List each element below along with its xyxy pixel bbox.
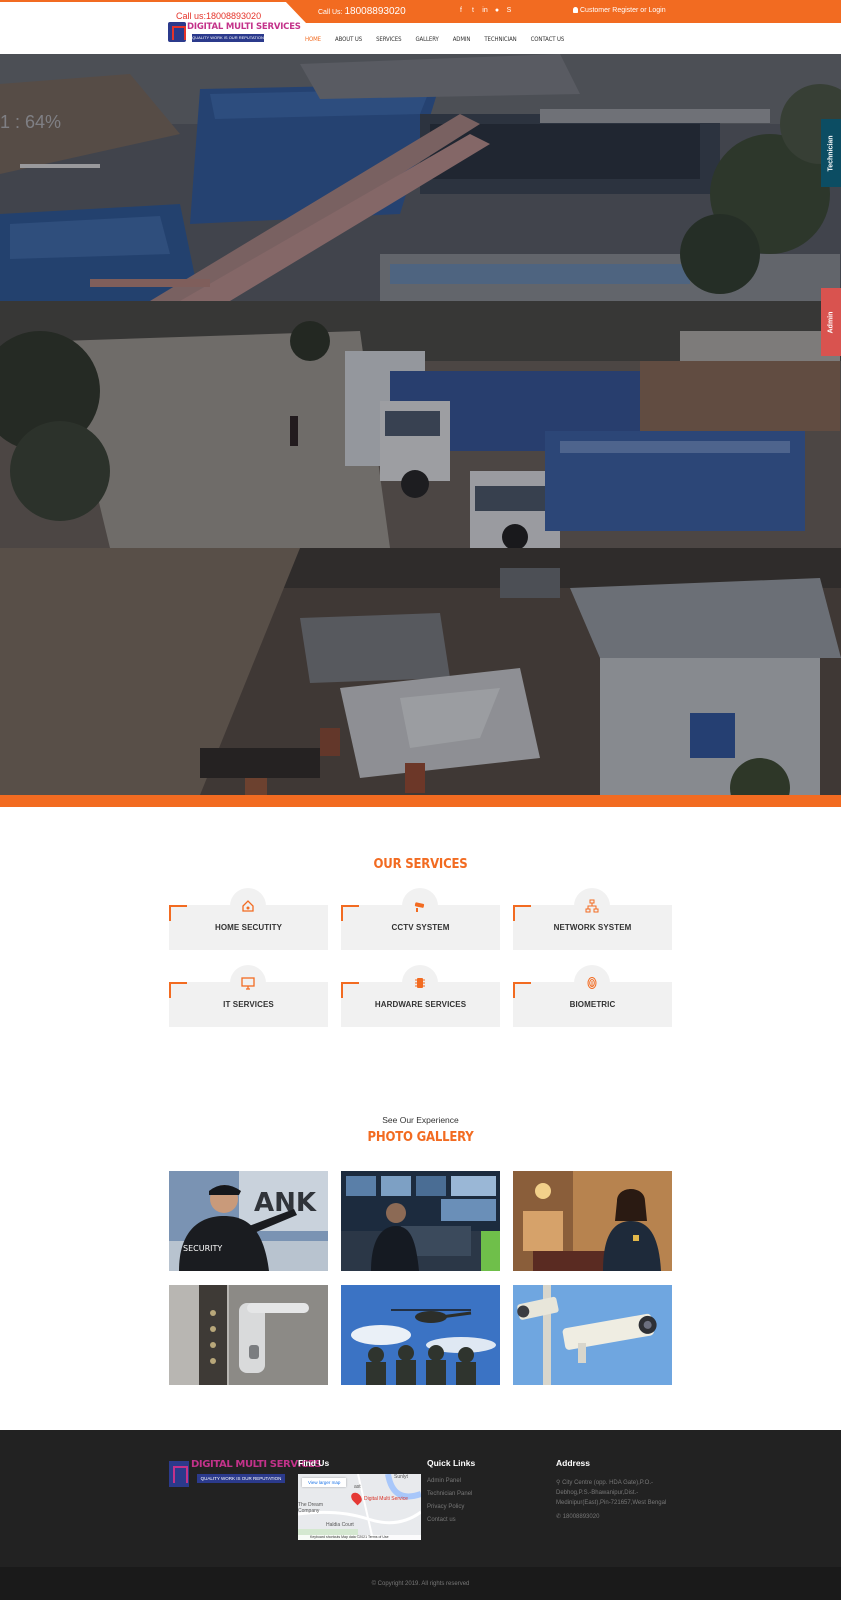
nav-contact[interactable]: CONTACT US bbox=[531, 36, 565, 43]
copyright-bar: © Copyright 2019. All rights reserved bbox=[0, 1567, 841, 1600]
map-place-label: Haldia Court bbox=[326, 1522, 354, 1528]
service-label: BIOMETRIC bbox=[569, 1000, 616, 1009]
footer-phone[interactable]: ✆ 18008893020 bbox=[556, 1513, 599, 1520]
footer-link-technician-panel[interactable]: Technician Panel bbox=[427, 1491, 472, 1497]
service-label: HOME SECUTITY bbox=[214, 923, 283, 932]
service-card-home-security[interactable]: HOME SECUTITY bbox=[169, 888, 328, 950]
cctv-camera-icon bbox=[402, 888, 438, 924]
nav-home[interactable]: HOME bbox=[305, 36, 321, 43]
google-map[interactable]: View larger map Sunlyt ast Digital Multi… bbox=[298, 1474, 421, 1540]
site-logo[interactable]: Call us:18008893020 DIGITAL MULTI SERVIC… bbox=[168, 10, 301, 44]
service-card-hardware[interactable]: HARDWARE SERVICES bbox=[341, 965, 500, 1027]
gallery-subtitle: See Our Experience bbox=[382, 1115, 459, 1125]
admin-side-tab[interactable]: Admin bbox=[821, 288, 841, 356]
svg-text:SECURITY: SECURITY bbox=[183, 1244, 222, 1253]
chip-icon bbox=[402, 965, 438, 1001]
address-heading: Address bbox=[556, 1458, 591, 1468]
social-links: f t in ● S bbox=[458, 6, 512, 16]
home-security-icon bbox=[230, 888, 266, 924]
hero-image-yard bbox=[0, 548, 841, 795]
phone-icon: ✆ bbox=[556, 1514, 563, 1520]
view-larger-map-button[interactable]: View larger map bbox=[302, 1478, 347, 1487]
footer-phone-text: 18008893020 bbox=[562, 1514, 600, 1520]
footer-logo-mark-icon bbox=[169, 1461, 189, 1487]
nav-about[interactable]: ABOUT US bbox=[335, 36, 362, 43]
technician-side-tab[interactable]: Technician bbox=[821, 119, 841, 187]
technician-tab-label: Technician bbox=[827, 134, 835, 172]
login-link[interactable]: Customer Register or Login bbox=[573, 7, 666, 14]
topbar-call-label: Call Us: bbox=[318, 9, 343, 16]
twitter-icon[interactable]: t bbox=[470, 6, 476, 16]
site-header: Call us:18008893020 DIGITAL MULTI SERVIC… bbox=[0, 0, 841, 54]
fingerprint-icon bbox=[574, 965, 610, 1001]
nav-admin[interactable]: ADMIN bbox=[453, 36, 471, 43]
hero-image-plant: 1 : 64% bbox=[0, 54, 841, 301]
map-place-label: Sunlyt bbox=[394, 1474, 408, 1480]
map-place-label: ast bbox=[354, 1484, 361, 1490]
service-card-biometric[interactable]: BIOMETRIC bbox=[513, 965, 672, 1027]
logo-tagline: QUALITY WORK IS OUR REPUTATION bbox=[192, 34, 264, 42]
gallery-image-soldiers-helicopter[interactable] bbox=[341, 1285, 500, 1385]
login-label: Customer Register or Login bbox=[580, 7, 666, 14]
header-accent-line bbox=[0, 0, 300, 2]
footer-link-privacy-policy[interactable]: Privacy Policy bbox=[427, 1504, 464, 1510]
service-card-network[interactable]: NETWORK SYSTEM bbox=[513, 888, 672, 950]
map-place-label: The Dream Company bbox=[298, 1502, 324, 1514]
top-bar: Call Us: 18008893020 f t in ● S Customer… bbox=[284, 0, 841, 23]
footer-link-admin-panel[interactable]: Admin Panel bbox=[427, 1478, 461, 1484]
hero-image-trucks bbox=[0, 301, 841, 548]
card-corner bbox=[169, 905, 187, 921]
gallery-image-control-room[interactable] bbox=[341, 1171, 500, 1271]
hero-bottom-band bbox=[0, 795, 841, 807]
nav-services[interactable]: SERVICES bbox=[376, 36, 401, 43]
admin-tab-label: Admin bbox=[827, 311, 835, 333]
site-footer: DIGITAL MULTI SERVICES QUALITY WORK IS O… bbox=[0, 1430, 841, 1567]
service-label: HARDWARE SERVICES bbox=[374, 1000, 467, 1009]
hero-slider[interactable]: 1 : 64% bbox=[0, 54, 841, 795]
topbar-phone[interactable]: 18008893020 bbox=[344, 6, 405, 17]
card-corner bbox=[513, 982, 531, 998]
services-title: OUR SERVICES bbox=[373, 857, 468, 872]
gallery-image-female-guard[interactable] bbox=[513, 1171, 672, 1271]
network-icon bbox=[574, 888, 610, 924]
monitor-icon bbox=[230, 965, 266, 1001]
facebook-icon[interactable]: f bbox=[458, 6, 464, 16]
service-label: CCTV SYSTEM bbox=[391, 923, 450, 932]
service-card-cctv[interactable]: CCTV SYSTEM bbox=[341, 888, 500, 950]
quick-links-heading: Quick Links bbox=[427, 1458, 476, 1468]
gallery-title: PHOTO GALLERY bbox=[367, 1130, 474, 1145]
footer-logo-tagline: QUALITY WORK IS OUR REPUTATION bbox=[197, 1474, 285, 1483]
gallery-image-security-guard[interactable]: ANK SECURITY bbox=[169, 1171, 328, 1271]
linkedin-icon[interactable]: in bbox=[482, 6, 488, 16]
footer-address: ⚲ City Centre (opp. HDA Gate),P.O.-Debho… bbox=[556, 1478, 676, 1508]
service-label: IT SERVICES bbox=[223, 1000, 274, 1009]
pinterest-icon[interactable]: ● bbox=[494, 6, 500, 16]
gallery-image-cctv-camera[interactable] bbox=[513, 1285, 672, 1385]
nav-gallery[interactable]: GALLERY bbox=[415, 36, 438, 43]
card-corner bbox=[513, 905, 531, 921]
nav-technician[interactable]: TECHNICIAN bbox=[484, 36, 516, 43]
hero-overlay-text: 1 : 64% bbox=[0, 112, 62, 132]
service-card-it[interactable]: IT SERVICES bbox=[169, 965, 328, 1027]
footer-address-text: City Centre (opp. HDA Gate),P.O.-Debhog,… bbox=[556, 1480, 667, 1506]
find-us-heading: Find Us bbox=[298, 1458, 330, 1468]
topbar-call: Call Us: 18008893020 bbox=[318, 6, 406, 17]
gallery-image-door-lock[interactable] bbox=[169, 1285, 328, 1385]
copyright-text: © Copyright 2019. All rights reserved bbox=[371, 1581, 470, 1587]
map-attribution: Keyboard shortcuts Map data ©2021 Terms … bbox=[298, 1535, 421, 1540]
map-place-main: Digital Multi Service bbox=[364, 1496, 408, 1502]
logo-name: DIGITAL MULTI SERVICES bbox=[187, 22, 301, 32]
card-corner bbox=[169, 982, 187, 998]
logo-call-text: Call us:18008893020 bbox=[176, 11, 262, 21]
card-corner bbox=[341, 982, 359, 998]
skype-icon[interactable]: S bbox=[506, 6, 512, 16]
user-icon bbox=[573, 7, 578, 13]
service-label: NETWORK SYSTEM bbox=[553, 923, 632, 932]
card-corner bbox=[341, 905, 359, 921]
main-nav: HOME ABOUT US SERVICES GALLERY ADMIN TEC… bbox=[305, 36, 578, 43]
footer-link-contact[interactable]: Contact us bbox=[427, 1517, 456, 1523]
logo-mark-icon bbox=[168, 22, 186, 42]
footer-logo[interactable]: DIGITAL MULTI SERVICES QUALITY WORK IS O… bbox=[169, 1457, 322, 1490]
